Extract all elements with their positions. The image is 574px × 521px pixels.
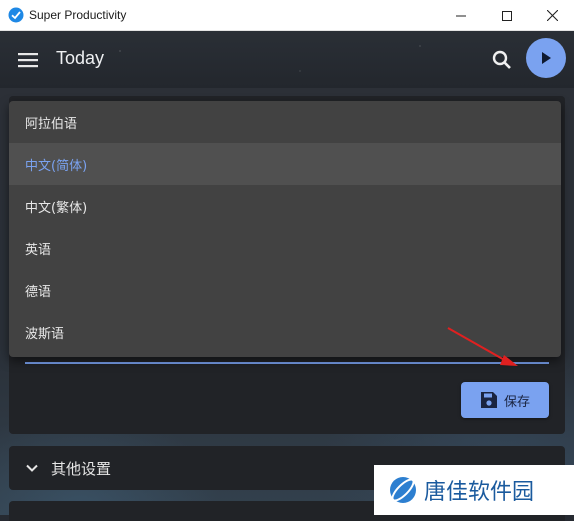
app-logo-icon [8,7,24,23]
chevron-down-icon [26,464,38,472]
app-header: Today [0,31,574,89]
watermark: 唐佳软件园 [374,465,574,515]
window-titlebar: Super Productivity [0,0,574,31]
play-button[interactable] [526,38,566,78]
maximize-button[interactable] [484,0,530,31]
annotation-arrow [447,327,518,366]
menu-button[interactable] [14,48,42,72]
watermark-text: 唐佳软件园 [424,480,535,505]
language-dropdown: 阿拉伯语 中文(简体) 中文(繁体) 英语 德语 波斯语 [9,101,561,357]
window-title: Super Productivity [29,8,127,22]
menu-icon [18,53,38,68]
maximize-icon [502,10,512,21]
close-icon [546,10,558,21]
watermark-logo-icon [390,477,416,503]
language-option[interactable]: 英语 [9,227,561,269]
save-icon [481,392,497,408]
minimize-icon [456,15,466,16]
play-icon [542,52,551,64]
other-settings-label: 其他设置 [51,459,112,478]
language-option[interactable]: 中文(繁体) [9,185,561,227]
language-option-selected[interactable]: 中文(简体) [9,143,561,185]
search-icon [492,50,511,69]
page-title: Today [56,48,105,68]
language-option[interactable]: 德语 [9,269,561,311]
minimize-button[interactable] [438,0,484,31]
close-button[interactable] [529,0,574,31]
search-button[interactable] [489,47,515,73]
save-button[interactable]: 保存 [461,382,549,418]
save-button-label: 保存 [504,394,531,410]
language-option[interactable]: 阿拉伯语 [9,101,561,143]
